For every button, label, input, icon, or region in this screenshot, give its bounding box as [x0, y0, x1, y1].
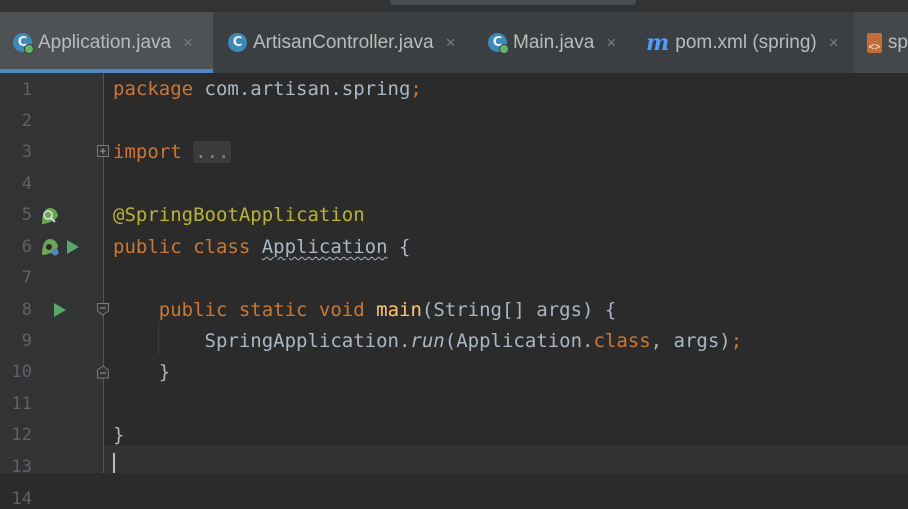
tab-label: sp: [887, 31, 908, 53]
class-icon: C: [228, 33, 247, 52]
line-number: 14: [11, 489, 32, 509]
run-icon[interactable]: [66, 239, 80, 255]
close-icon[interactable]: ×: [183, 33, 193, 53]
tab-artisancontroller-java[interactable]: C ArtisanController.java ×: [228, 12, 456, 73]
current-line-highlight: [104, 445, 908, 473]
tab-bar-top-strip: [0, 0, 908, 12]
close-icon[interactable]: ×: [829, 33, 839, 53]
line-number: 10: [11, 362, 32, 382]
folded-imports[interactable]: ...: [193, 141, 232, 163]
close-icon[interactable]: ×: [606, 33, 616, 53]
tab-pom-xml[interactable]: m pom.xml (spring) ×: [646, 12, 839, 73]
line-number: 4: [21, 174, 32, 194]
code-line-7[interactable]: public class Application {: [113, 236, 410, 258]
text-caret: [113, 453, 115, 473]
code-line-10[interactable]: SpringApplication.run(Application.class,…: [113, 330, 743, 352]
code-editor[interactable]: 1 2 3 4 5 6 7 8 9 10 11 12 13 14 package…: [0, 73, 908, 509]
line-number: 2: [21, 111, 32, 131]
tab-application-java[interactable]: C Application.java ×: [0, 12, 213, 73]
run-icon[interactable]: [53, 302, 67, 318]
tab-sp[interactable]: <> sp: [854, 12, 908, 73]
spring-bean-icon[interactable]: [40, 237, 62, 257]
run-badge-icon: [499, 44, 509, 54]
editor-tab-bar: C Application.java × C ArtisanController…: [0, 0, 908, 73]
scroll-knob[interactable]: [390, 0, 636, 5]
line-number: 8: [21, 300, 32, 320]
line-number: 3: [21, 142, 32, 162]
line-number: 12: [11, 425, 32, 445]
gutter-separator: [103, 73, 104, 473]
xml-file-icon: <>: [867, 32, 882, 53]
line-number: 13: [11, 457, 32, 477]
gutter: 1 2 3 4 5 6 7 8 9 10 11 12 13 14: [0, 73, 109, 509]
spring-search-icon[interactable]: [40, 206, 60, 226]
tab-label: ArtisanController.java: [253, 31, 434, 53]
line-number: 5: [21, 205, 32, 225]
fold-end-icon[interactable]: [97, 365, 110, 379]
tab-main-java[interactable]: C Main.java ×: [488, 12, 616, 73]
code-line-13[interactable]: }: [113, 424, 124, 446]
code-line-6[interactable]: @SpringBootApplication: [113, 204, 365, 226]
code-line-11[interactable]: }: [113, 361, 170, 383]
code-line-1[interactable]: package com.artisan.spring;: [113, 78, 422, 100]
tab-label: pom.xml (spring): [675, 31, 817, 53]
code-line-3[interactable]: import ...: [113, 141, 232, 163]
fold-collapse-icon[interactable]: [97, 303, 110, 317]
maven-icon: m: [646, 29, 670, 56]
tab-label: Main.java: [513, 31, 595, 53]
close-icon[interactable]: ×: [446, 33, 456, 53]
line-number: 6: [21, 237, 32, 257]
line-number: 9: [21, 331, 32, 351]
fold-expand-icon[interactable]: [97, 145, 110, 159]
tab-label: Application.java: [38, 31, 172, 53]
line-number: 1: [21, 80, 32, 100]
class-icon: C: [13, 33, 34, 54]
line-number: 11: [11, 394, 32, 414]
line-number: 7: [21, 268, 32, 288]
code-line-9[interactable]: public static void main(String[] args) {: [113, 299, 617, 321]
class-icon: C: [488, 33, 509, 54]
spring-badge-icon: [24, 44, 34, 54]
